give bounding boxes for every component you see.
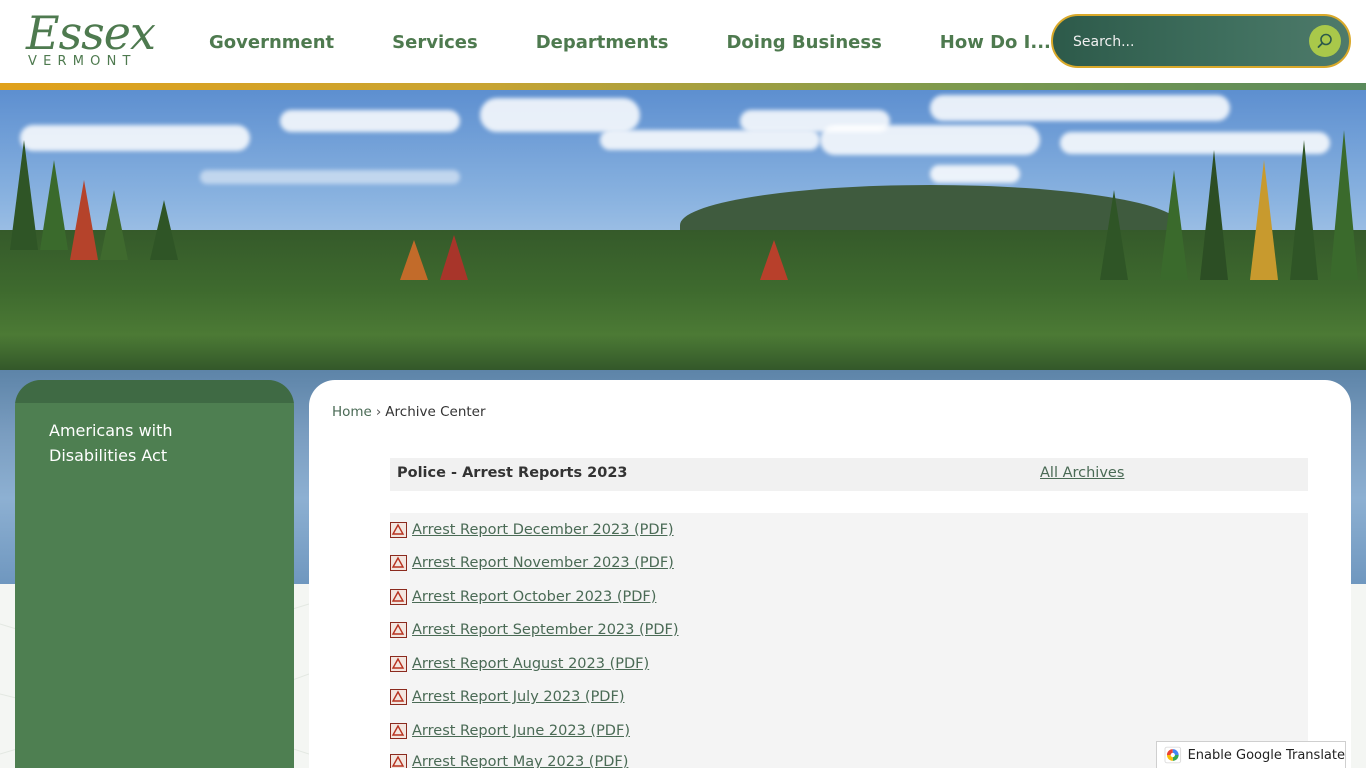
sidebar-item-ada[interactable]: Americans with Disabilities Act [49, 418, 249, 468]
pdf-icon [390, 689, 407, 705]
breadcrumb-separator: › [375, 404, 382, 420]
logo-subtitle: VERMONT [28, 54, 137, 69]
site-header: Essex VERMONT Government Services Depart… [0, 0, 1366, 84]
archive-link-august-2023[interactable]: Arrest Report August 2023 (PDF) [412, 656, 649, 672]
archive-item: Arrest Report July 2023 (PDF) [390, 686, 624, 708]
pdf-icon [390, 723, 407, 739]
archive-item: Arrest Report May 2023 (PDF) [390, 751, 628, 768]
header-accent-stripe [0, 83, 1366, 90]
archive-link-july-2023[interactable]: Arrest Report July 2023 (PDF) [412, 689, 624, 705]
archive-item: Arrest Report December 2023 (PDF) [390, 519, 674, 541]
pdf-icon [390, 522, 407, 538]
breadcrumb-current: Archive Center [385, 404, 486, 420]
search-button[interactable] [1309, 25, 1341, 57]
archive-item: Arrest Report June 2023 (PDF) [390, 720, 630, 742]
archive-link-november-2023[interactable]: Arrest Report November 2023 (PDF) [412, 555, 674, 571]
pdf-icon [390, 656, 407, 672]
breadcrumb: Home › Archive Center [332, 404, 486, 420]
sidebar-header-band [15, 380, 294, 403]
archive-link-december-2023[interactable]: Arrest Report December 2023 (PDF) [412, 522, 674, 538]
search-icon [1317, 33, 1332, 48]
archive-link-september-2023[interactable]: Arrest Report September 2023 (PDF) [412, 622, 679, 638]
search-input[interactable] [1073, 30, 1293, 54]
google-translate-icon [1164, 746, 1182, 764]
archive-item: Arrest Report September 2023 (PDF) [390, 619, 679, 641]
main-nav: Government Services Departments Doing Bu… [180, 0, 1080, 84]
archive-item: Arrest Report October 2023 (PDF) [390, 586, 656, 608]
archive-link-october-2023[interactable]: Arrest Report October 2023 (PDF) [412, 589, 656, 605]
archive-link-may-2023[interactable]: Arrest Report May 2023 (PDF) [412, 754, 628, 768]
pdf-icon [390, 589, 407, 605]
pdf-icon [390, 555, 407, 571]
nav-item-services[interactable]: Services [363, 32, 507, 53]
nav-item-government[interactable]: Government [180, 32, 363, 53]
google-translate-button[interactable]: Enable Google Translate [1156, 741, 1346, 768]
pdf-icon [390, 754, 407, 768]
archive-header: Police - Arrest Reports 2023 All Archive… [390, 458, 1308, 491]
main-content: Home › Archive Center Police - Arrest Repo… [309, 380, 1351, 768]
nav-item-doing-business[interactable]: Doing Business [697, 32, 910, 53]
search-box [1051, 14, 1351, 68]
archive-title: Police - Arrest Reports 2023 [397, 465, 628, 481]
archive-item: Arrest Report August 2023 (PDF) [390, 653, 649, 675]
sidebar: Americans with Disabilities Act [15, 380, 294, 768]
all-archives-link[interactable]: All Archives [1040, 465, 1124, 481]
pdf-icon [390, 622, 407, 638]
archive-item: Arrest Report November 2023 (PDF) [390, 552, 674, 574]
logo-wordmark: Essex [26, 6, 156, 60]
archive-list: Arrest Report December 2023 (PDF) Arrest… [390, 513, 1308, 768]
nav-item-departments[interactable]: Departments [507, 32, 698, 53]
archive-link-june-2023[interactable]: Arrest Report June 2023 (PDF) [412, 723, 630, 739]
breadcrumb-home-link[interactable]: Home [332, 404, 372, 420]
site-logo[interactable]: Essex VERMONT [26, 8, 156, 72]
google-translate-label: Enable Google Translate [1187, 747, 1345, 763]
